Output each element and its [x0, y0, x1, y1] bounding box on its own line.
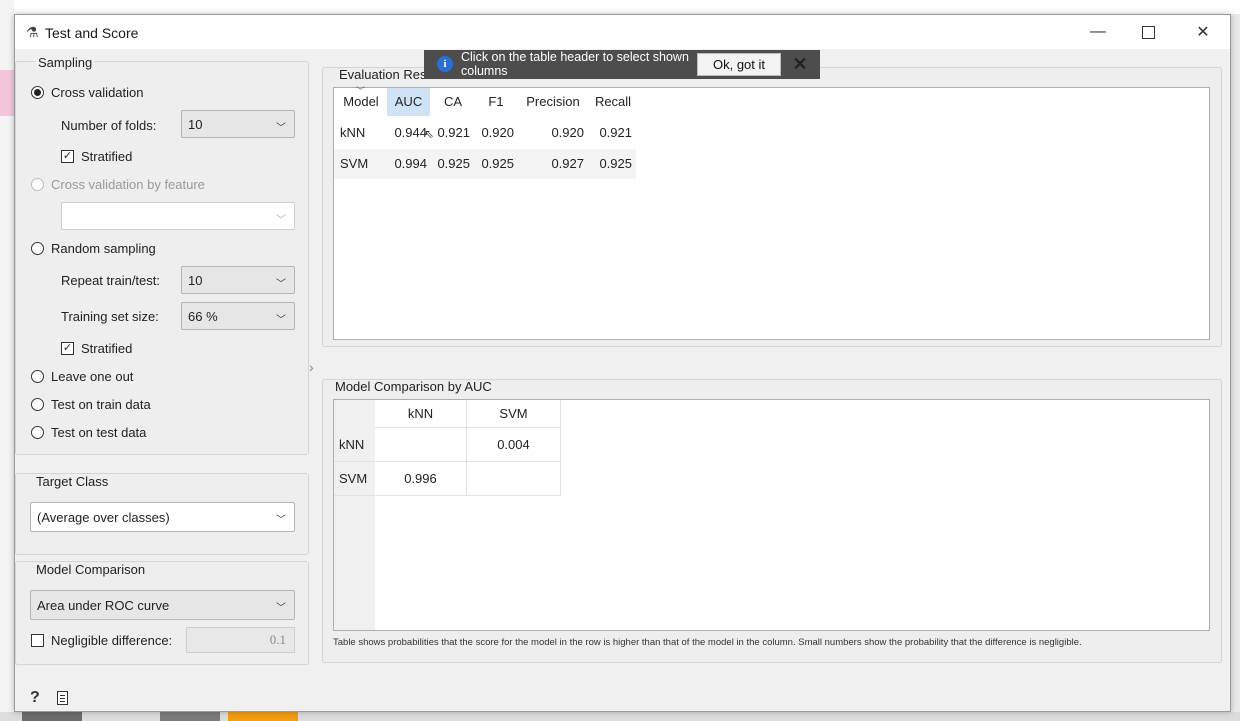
- negligible-spinbox[interactable]: 0.1: [186, 627, 295, 653]
- negligible-checkbox[interactable]: Negligible difference:: [31, 633, 172, 648]
- chevron-down-icon: ﹀: [276, 315, 286, 326]
- target-class-group: Target Class (Average over classes) ﹀: [15, 473, 309, 555]
- title-bar[interactable]: ⚗ Test and Score — ✕: [15, 15, 1230, 49]
- header-ca[interactable]: CA: [433, 88, 473, 116]
- cell-knn-svm: 0.004: [467, 428, 561, 462]
- cell-recall: 0.925: [599, 156, 632, 171]
- mouse-cursor-icon: ⇖: [424, 127, 435, 141]
- check-icon: ✓: [61, 150, 74, 163]
- background-canvas-top: [0, 0, 1240, 14]
- cell-auc: 0.944: [394, 125, 427, 140]
- radio-indicator: [31, 426, 44, 439]
- number-of-folds-combo[interactable]: 10 ﹀: [181, 110, 295, 138]
- check-icon: ✓: [61, 342, 74, 355]
- radio-cross-validation[interactable]: Cross validation: [31, 85, 144, 100]
- tooltip-text: Click on the table header to select show…: [461, 50, 689, 78]
- radio-indicator: [31, 398, 44, 411]
- stratified-checkbox-2[interactable]: ✓ Stratified: [61, 341, 132, 356]
- radio-cv-by-feature[interactable]: Cross validation by feature: [31, 177, 205, 192]
- cell-precision: 0.927: [551, 156, 584, 171]
- cell-f1: 0.925: [481, 156, 514, 171]
- training-size-combo[interactable]: 66 % ﹀: [181, 302, 295, 330]
- info-tooltip: i Click on the table header to select sh…: [424, 50, 820, 79]
- chevron-down-icon: ﹀: [276, 123, 286, 134]
- help-icon[interactable]: ?: [30, 689, 40, 707]
- cell-model: kNN: [340, 125, 366, 140]
- evaluation-table[interactable]: ﹀ Model AUC CA F1 Precision Recall kNN 0…: [333, 86, 1210, 340]
- cell-ca: 0.925: [437, 156, 470, 171]
- header-f1[interactable]: F1: [476, 88, 516, 116]
- radio-indicator: [31, 178, 44, 191]
- col-header-knn[interactable]: kNN: [375, 400, 467, 428]
- header-model[interactable]: Model: [338, 88, 384, 116]
- model-comparison-combo[interactable]: Area under ROC curve ﹀: [30, 590, 295, 620]
- chevron-down-icon: ﹀: [276, 603, 286, 614]
- model-comparison-title: Model Comparison: [36, 562, 146, 577]
- cell-precision: 0.920: [551, 125, 584, 140]
- feature-combo[interactable]: ﹀: [61, 202, 295, 230]
- header-auc[interactable]: AUC: [387, 88, 430, 116]
- target-class-title: Target Class: [36, 474, 109, 489]
- stratified-checkbox-1[interactable]: ✓ Stratified: [61, 149, 132, 164]
- row-header-knn[interactable]: kNN: [334, 428, 375, 462]
- flask-icon: ⚗: [26, 24, 39, 40]
- info-icon: i: [437, 56, 453, 72]
- sampling-group: Sampling Cross validation Number of fold…: [15, 55, 309, 455]
- minimize-button[interactable]: —: [1075, 15, 1121, 49]
- tooltip-close-icon[interactable]: ✕: [788, 52, 812, 76]
- cell-svm-knn: 0.996: [375, 462, 467, 496]
- chevron-down-icon: ﹀: [276, 515, 286, 526]
- cell-model: SVM: [340, 156, 369, 171]
- header-precision[interactable]: Precision: [520, 88, 586, 116]
- cell-auc: 0.994: [394, 156, 427, 171]
- window-title: Test and Score: [45, 25, 139, 41]
- radio-indicator: [31, 370, 44, 383]
- chevron-down-icon: ﹀: [276, 279, 286, 290]
- chevron-down-icon: ﹀: [276, 215, 286, 226]
- maximize-icon: [1141, 25, 1155, 39]
- maximize-button[interactable]: [1125, 15, 1171, 49]
- corner-cell: [334, 400, 375, 429]
- header-recall[interactable]: Recall: [590, 88, 636, 116]
- model-comparison-group: Model Comparison Area under ROC curve ﹀ …: [15, 561, 309, 665]
- background-taskbar: [0, 712, 1240, 721]
- radio-indicator: [31, 242, 44, 255]
- cell-recall: 0.921: [599, 125, 632, 140]
- cell-f1: 0.920: [481, 125, 514, 140]
- sampling-title: Sampling: [36, 55, 95, 70]
- report-icon[interactable]: [57, 691, 68, 705]
- evaluation-title: Evaluation Resu: [339, 67, 434, 82]
- radio-test-on-test[interactable]: Test on test data: [31, 425, 146, 440]
- comparison-title: Model Comparison by AUC: [335, 379, 492, 394]
- comparison-table[interactable]: kNN SVM kNN SVM 0.004 0.996: [333, 399, 1210, 631]
- background-canvas-left: [0, 0, 14, 721]
- radio-test-on-train[interactable]: Test on train data: [31, 397, 151, 412]
- minimize-icon: —: [1090, 23, 1106, 40]
- col-header-svm[interactable]: SVM: [467, 400, 561, 428]
- comparison-note: Table shows probabilities that the score…: [333, 637, 1082, 648]
- cell-ca: 0.921: [437, 125, 470, 140]
- cell-svm-svm: [467, 462, 561, 496]
- row-header-svm[interactable]: SVM: [334, 462, 375, 496]
- row-header-column: [334, 496, 375, 630]
- cell-knn-knn: [375, 428, 467, 462]
- training-size-label: Training set size:: [61, 309, 159, 324]
- repeat-label: Repeat train/test:: [61, 273, 160, 288]
- target-class-combo[interactable]: (Average over classes) ﹀: [30, 502, 295, 532]
- test-and-score-window: ⚗ Test and Score — ✕ Sampling Cross vali…: [14, 14, 1231, 712]
- checkbox-indicator: [31, 634, 44, 647]
- radio-indicator: [31, 86, 44, 99]
- number-of-folds-label: Number of folds:: [61, 118, 157, 133]
- ok-got-it-button[interactable]: Ok, got it: [697, 53, 781, 76]
- close-icon: ✕: [1196, 24, 1210, 41]
- radio-random-sampling[interactable]: Random sampling: [31, 241, 156, 256]
- close-button[interactable]: ✕: [1180, 15, 1226, 49]
- splitter-handle[interactable]: ›: [309, 359, 314, 375]
- radio-leave-one-out[interactable]: Leave one out: [31, 369, 133, 384]
- repeat-combo[interactable]: 10 ﹀: [181, 266, 295, 294]
